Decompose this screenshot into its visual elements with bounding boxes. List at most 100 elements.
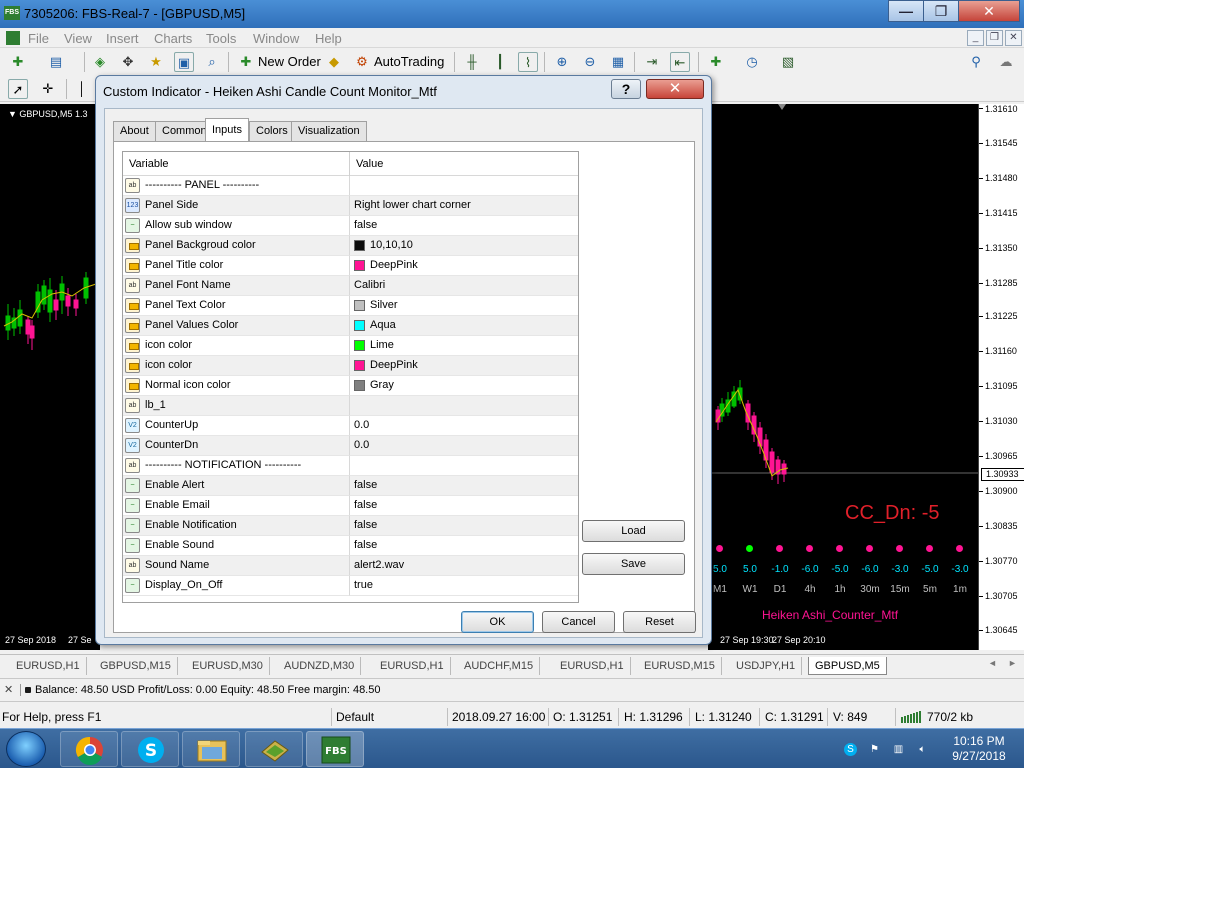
market-watch-icon[interactable]: ◈ (90, 52, 110, 72)
chart-tab[interactable]: EURUSD,M30 (186, 657, 270, 675)
input-value-cell[interactable]: Aqua (350, 316, 578, 336)
chrome-taskbar-button[interactable] (60, 731, 118, 767)
zoom-in-icon[interactable]: ⊕ (552, 52, 572, 72)
close-button[interactable]: ✕ (958, 0, 1020, 22)
maximize-button[interactable]: ❐ (923, 0, 959, 22)
tabs-scroll-left-icon[interactable]: ◄ (988, 658, 997, 668)
minimize-button[interactable]: — (888, 0, 924, 22)
line-chart-icon[interactable]: ⌇ (518, 52, 538, 72)
input-row[interactable]: ~ Enable Email false (123, 496, 578, 516)
input-row[interactable]: Panel Backgroud color 10,10,10 (123, 236, 578, 256)
bar-chart-icon[interactable]: ╫ (462, 52, 482, 72)
menu-window[interactable]: Window (253, 31, 299, 46)
input-value-cell[interactable]: 0.0 (350, 436, 578, 456)
crosshair-icon[interactable]: ✛ (38, 79, 58, 99)
chart-tab-active[interactable]: GBPUSD,M5 (808, 657, 887, 675)
input-value-cell[interactable] (350, 456, 578, 476)
metaeditor-taskbar-button[interactable] (245, 731, 303, 767)
input-row[interactable]: ~ Enable Alert false (123, 476, 578, 496)
chart-tab[interactable]: EURUSD,H1 (374, 657, 451, 675)
input-row[interactable]: ~ Display_On_Off true (123, 576, 578, 596)
input-row[interactable]: ab ---------- NOTIFICATION ---------- (123, 456, 578, 476)
input-row[interactable]: ab ---------- PANEL ---------- (123, 176, 578, 196)
chat-icon[interactable]: ☁ (996, 52, 1016, 72)
input-value-cell[interactable]: Calibri (350, 276, 578, 296)
data-window-icon[interactable]: ✥ (118, 52, 138, 72)
chart-shift-icon[interactable]: ⇥ (642, 52, 662, 72)
input-value-cell[interactable]: false (350, 496, 578, 516)
save-button[interactable]: Save (582, 553, 685, 575)
input-value-cell[interactable]: 10,10,10 (350, 236, 578, 256)
load-button[interactable]: Load (582, 520, 685, 542)
dialog-help-button[interactable]: ? (611, 79, 641, 99)
input-value-cell[interactable]: false (350, 476, 578, 496)
tab-about[interactable]: About (113, 121, 156, 141)
menu-tools[interactable]: Tools (206, 31, 236, 46)
dialog-close-button[interactable]: ✕ (646, 79, 704, 99)
input-row[interactable]: V2 CounterDn 0.0 (123, 436, 578, 456)
input-row[interactable]: ab Panel Font Name Calibri (123, 276, 578, 296)
profiles-icon[interactable]: ▤ (46, 52, 66, 72)
input-row[interactable]: 123 Panel Side Right lower chart corner (123, 196, 578, 216)
mt4-taskbar-button[interactable]: FBS (306, 731, 364, 767)
metaeditor-icon[interactable]: ◆ (324, 52, 344, 72)
input-value-cell[interactable]: DeepPink (350, 256, 578, 276)
input-value-cell[interactable]: Lime (350, 336, 578, 356)
inputs-grid[interactable]: Variable Value ab ---------- PANEL ------… (122, 151, 579, 603)
tabs-scroll-right-icon[interactable]: ► (1008, 658, 1017, 668)
input-row[interactable]: Panel Text Color Silver (123, 296, 578, 316)
price-axis[interactable]: 1.31610 1.31545 1.31480 1.31415 1.31350 … (978, 104, 1024, 650)
menu-help[interactable]: Help (315, 31, 342, 46)
reset-button[interactable]: Reset (623, 611, 696, 633)
navigator-icon[interactable]: ★ (146, 52, 166, 72)
auto-scroll-icon[interactable]: ⇤ (670, 52, 690, 72)
new-order-button[interactable]: New Order (258, 54, 321, 69)
menu-file[interactable]: File (28, 31, 49, 46)
input-value-cell[interactable]: Gray (350, 376, 578, 396)
input-row[interactable]: ~ Enable Sound false (123, 536, 578, 556)
tab-visualization[interactable]: Visualization (291, 121, 367, 141)
templates-icon[interactable]: ▧ (778, 52, 798, 72)
input-value-cell[interactable]: false (350, 516, 578, 536)
volume-icon[interactable]: 🔈︎ (916, 743, 929, 756)
tab-colors[interactable]: Colors (249, 121, 295, 141)
mdi-minimize-button[interactable]: _ (967, 30, 984, 46)
zoom-out-icon[interactable]: ⊖ (580, 52, 600, 72)
skype-tray-icon[interactable]: S (844, 743, 857, 756)
chart-area-right[interactable]: 5.0 5.0 -1.0 -6.0 -5.0 -6.0 -3.0 -5.0 -3… (708, 104, 978, 650)
input-value-cell[interactable]: Right lower chart corner (350, 196, 578, 216)
input-value-cell[interactable] (350, 396, 578, 416)
strategy-tester-icon[interactable]: ⌕ (202, 52, 222, 72)
menu-charts[interactable]: Charts (154, 31, 192, 46)
input-value-cell[interactable]: false (350, 536, 578, 556)
chart-tab[interactable]: GBPUSD,M15 (94, 657, 178, 675)
terminal-icon[interactable]: ▣ (174, 52, 194, 72)
input-value-cell[interactable]: DeepPink (350, 356, 578, 376)
chart-tab[interactable]: EURUSD,M15 (638, 657, 722, 675)
chart-tab[interactable]: EURUSD,H1 (554, 657, 631, 675)
tab-inputs[interactable]: Inputs (205, 118, 249, 142)
input-row[interactable]: ab lb_1 (123, 396, 578, 416)
input-row[interactable]: ~ Allow sub window false (123, 216, 578, 236)
input-value-cell[interactable] (350, 176, 578, 196)
input-value-cell[interactable]: false (350, 216, 578, 236)
input-row[interactable]: ab Sound Name alert2.wav (123, 556, 578, 576)
new-order-icon[interactable]: ✚ (236, 52, 256, 72)
action-center-icon[interactable]: ⚑ (868, 743, 881, 756)
input-row[interactable]: icon color Lime (123, 336, 578, 356)
skype-taskbar-button[interactable]: S (121, 731, 179, 767)
connection-bars-icon[interactable] (901, 711, 923, 726)
tile-windows-icon[interactable]: ▦ (608, 52, 628, 72)
autotrading-icon[interactable]: ⚙ (352, 52, 372, 72)
input-row[interactable]: V2 CounterUp 0.0 (123, 416, 578, 436)
terminal-close-icon[interactable]: ✕ (4, 683, 13, 696)
cursor-icon[interactable]: ➚ (8, 79, 28, 99)
mdi-close-button[interactable]: ✕ (1005, 30, 1022, 46)
chart-tab[interactable]: USDJPY,H1 (730, 657, 803, 675)
network-icon[interactable]: ▥ (892, 743, 905, 756)
input-row[interactable]: Normal icon color Gray (123, 376, 578, 396)
input-value-cell[interactable]: 0.0 (350, 416, 578, 436)
input-value-cell[interactable]: alert2.wav (350, 556, 578, 576)
indicators-icon[interactable]: ✚ (706, 52, 726, 72)
input-row[interactable]: Panel Title color DeepPink (123, 256, 578, 276)
